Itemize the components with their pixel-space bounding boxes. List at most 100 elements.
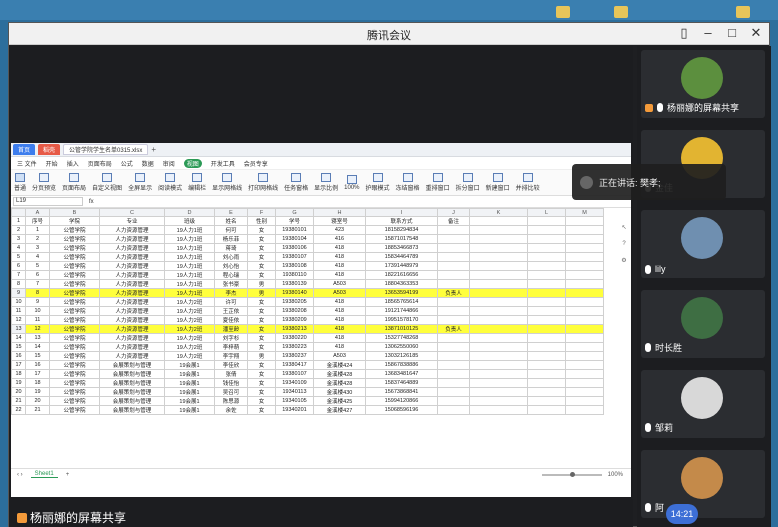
cell[interactable] — [437, 369, 470, 380]
cell[interactable]: 人力资源管理 — [99, 333, 165, 344]
cell[interactable] — [437, 378, 470, 389]
folder-icon[interactable] — [736, 6, 750, 18]
cell[interactable]: 13032126185 — [365, 351, 438, 362]
table-row[interactable]: 14 13 公管学院 人力资源管理 19人力2班 刘字杉女 19380220 418 15327… — [11, 333, 604, 344]
cell[interactable]: 19人力2班 — [164, 351, 215, 362]
cell[interactable] — [469, 288, 528, 299]
cell[interactable]: 15994120866 — [365, 396, 438, 407]
cell[interactable] — [437, 306, 470, 317]
cell[interactable]: 公管学院 — [49, 369, 100, 380]
menu-item[interactable]: 审阅 — [163, 159, 175, 168]
cell[interactable] — [469, 270, 528, 281]
cell[interactable]: 公管学院 — [49, 252, 100, 263]
cell[interactable]: 16 — [25, 360, 50, 371]
cell[interactable]: 21 — [25, 405, 50, 416]
cell[interactable]: 19人力1班 — [164, 243, 215, 254]
cell[interactable]: 公管学院 — [49, 396, 100, 407]
cell[interactable] — [527, 225, 566, 236]
cell[interactable]: 19340201 — [275, 405, 314, 416]
row-number[interactable]: 20 — [11, 387, 26, 398]
cell[interactable]: 学院 — [49, 216, 100, 227]
cell[interactable] — [527, 387, 566, 398]
cell[interactable]: 潘至龄 — [214, 324, 248, 335]
cell[interactable]: 14 — [25, 342, 50, 353]
cell[interactable]: 负责人 — [437, 324, 470, 335]
cell[interactable]: 女 — [247, 360, 276, 371]
cell[interactable]: 19 — [25, 387, 50, 398]
cell[interactable] — [469, 324, 528, 335]
cell[interactable]: 人力资源管理 — [99, 342, 165, 353]
row-number[interactable]: 3 — [11, 234, 26, 245]
cell[interactable]: 19380106 — [275, 243, 314, 254]
cell[interactable]: 418 — [313, 252, 366, 263]
cell[interactable]: 19人力1班 — [164, 225, 215, 236]
cell[interactable]: 19380107 — [275, 369, 314, 380]
toolbar-button[interactable]: 显示网格线 — [212, 173, 242, 192]
cell[interactable] — [437, 225, 470, 236]
cell[interactable]: 17 — [25, 369, 50, 380]
cell[interactable] — [565, 225, 604, 236]
cell[interactable]: 19会展1 — [164, 405, 215, 416]
cell[interactable]: 专业 — [99, 216, 165, 227]
cell[interactable]: 人力资源管理 — [99, 252, 165, 263]
column-header[interactable]: F — [247, 208, 276, 218]
cell[interactable]: 人力资源管理 — [99, 306, 165, 317]
cell[interactable] — [437, 396, 470, 407]
cell[interactable]: 13871010125 — [365, 324, 438, 335]
cell[interactable]: 王芷依 — [214, 306, 248, 317]
cell[interactable]: 18853466873 — [365, 243, 438, 254]
cell[interactable]: 18804363353 — [365, 279, 438, 290]
cell[interactable]: 19人力1班 — [164, 288, 215, 299]
table-row[interactable]: 22 21 公管学院 会展策划与管理 19会展1 余佐女 19340201 金溪楼427 150… — [11, 405, 604, 416]
cell[interactable]: 3 — [25, 243, 50, 254]
column-header[interactable]: E — [214, 208, 248, 218]
table-row[interactable]: 13 12 公管学院 人力资源管理 19人力2班 潘至龄女 19380213 418 13871… — [11, 324, 604, 335]
cell[interactable]: 程心瑞 — [214, 270, 248, 281]
cell[interactable] — [469, 342, 528, 353]
folder-icon[interactable] — [556, 6, 570, 18]
cell[interactable] — [469, 333, 528, 344]
cell[interactable] — [527, 306, 566, 317]
toolbar-button[interactable]: 编辑栏 — [188, 173, 206, 192]
cell[interactable]: 19人力2班 — [164, 306, 215, 317]
cell[interactable]: 班级 — [164, 216, 215, 227]
row-number[interactable]: 2 — [11, 225, 26, 236]
cell[interactable]: 会展策划与管理 — [99, 396, 165, 407]
row-number[interactable]: 1 — [11, 216, 26, 227]
table-row[interactable]: 1 序号 学院 专业 班级 姓名 性别 学号 寝室号 联系方式 备注 — [11, 216, 604, 227]
cell[interactable]: 人力资源管理 — [99, 315, 165, 326]
cell[interactable]: 19380220 — [275, 333, 314, 344]
participant-tile[interactable]: lily — [641, 210, 765, 278]
cell[interactable]: 公管学院 — [49, 378, 100, 389]
cell[interactable] — [527, 279, 566, 290]
cell[interactable] — [565, 261, 604, 272]
cell[interactable]: 公管学院 — [49, 261, 100, 272]
cell[interactable]: 刘字杉 — [214, 333, 248, 344]
cell[interactable]: 19340113 — [275, 387, 314, 398]
row-number[interactable]: 11 — [11, 306, 26, 317]
cell[interactable]: 19人力2班 — [164, 342, 215, 353]
cell[interactable]: 公管学院 — [49, 243, 100, 254]
cell[interactable]: A503 — [313, 288, 366, 299]
cell[interactable]: 蒋琦 — [214, 243, 248, 254]
cell[interactable]: 刘心怡 — [214, 261, 248, 272]
menu-item[interactable]: 视图 — [183, 158, 202, 168]
table-row[interactable]: 20 19 公管学院 会展策划与管理 19会展1 吴召可女 19340113 金溪楼430 15… — [11, 387, 604, 398]
table-row[interactable]: 2 1 公管学院 人力资源管理 19人力1班 何可女 19380101 423 18158294… — [11, 225, 604, 236]
cell[interactable]: 19380208 — [275, 306, 314, 317]
cell[interactable]: 13683481647 — [365, 369, 438, 380]
row-number[interactable]: 10 — [11, 297, 26, 308]
cell[interactable] — [469, 225, 528, 236]
cell[interactable]: 余佐 — [214, 405, 248, 416]
cell[interactable]: 女 — [247, 261, 276, 272]
cell[interactable] — [527, 351, 566, 362]
cell[interactable]: 陈思源 — [214, 396, 248, 407]
column-header[interactable]: D — [164, 208, 215, 218]
cell[interactable]: 418 — [313, 342, 366, 353]
cell[interactable]: 人力资源管理 — [99, 279, 165, 290]
cell[interactable] — [437, 387, 470, 398]
column-header[interactable]: I — [365, 208, 438, 218]
cell[interactable]: 19人力1班 — [164, 234, 215, 245]
cell[interactable] — [565, 234, 604, 245]
cell[interactable]: 人力资源管理 — [99, 234, 165, 245]
